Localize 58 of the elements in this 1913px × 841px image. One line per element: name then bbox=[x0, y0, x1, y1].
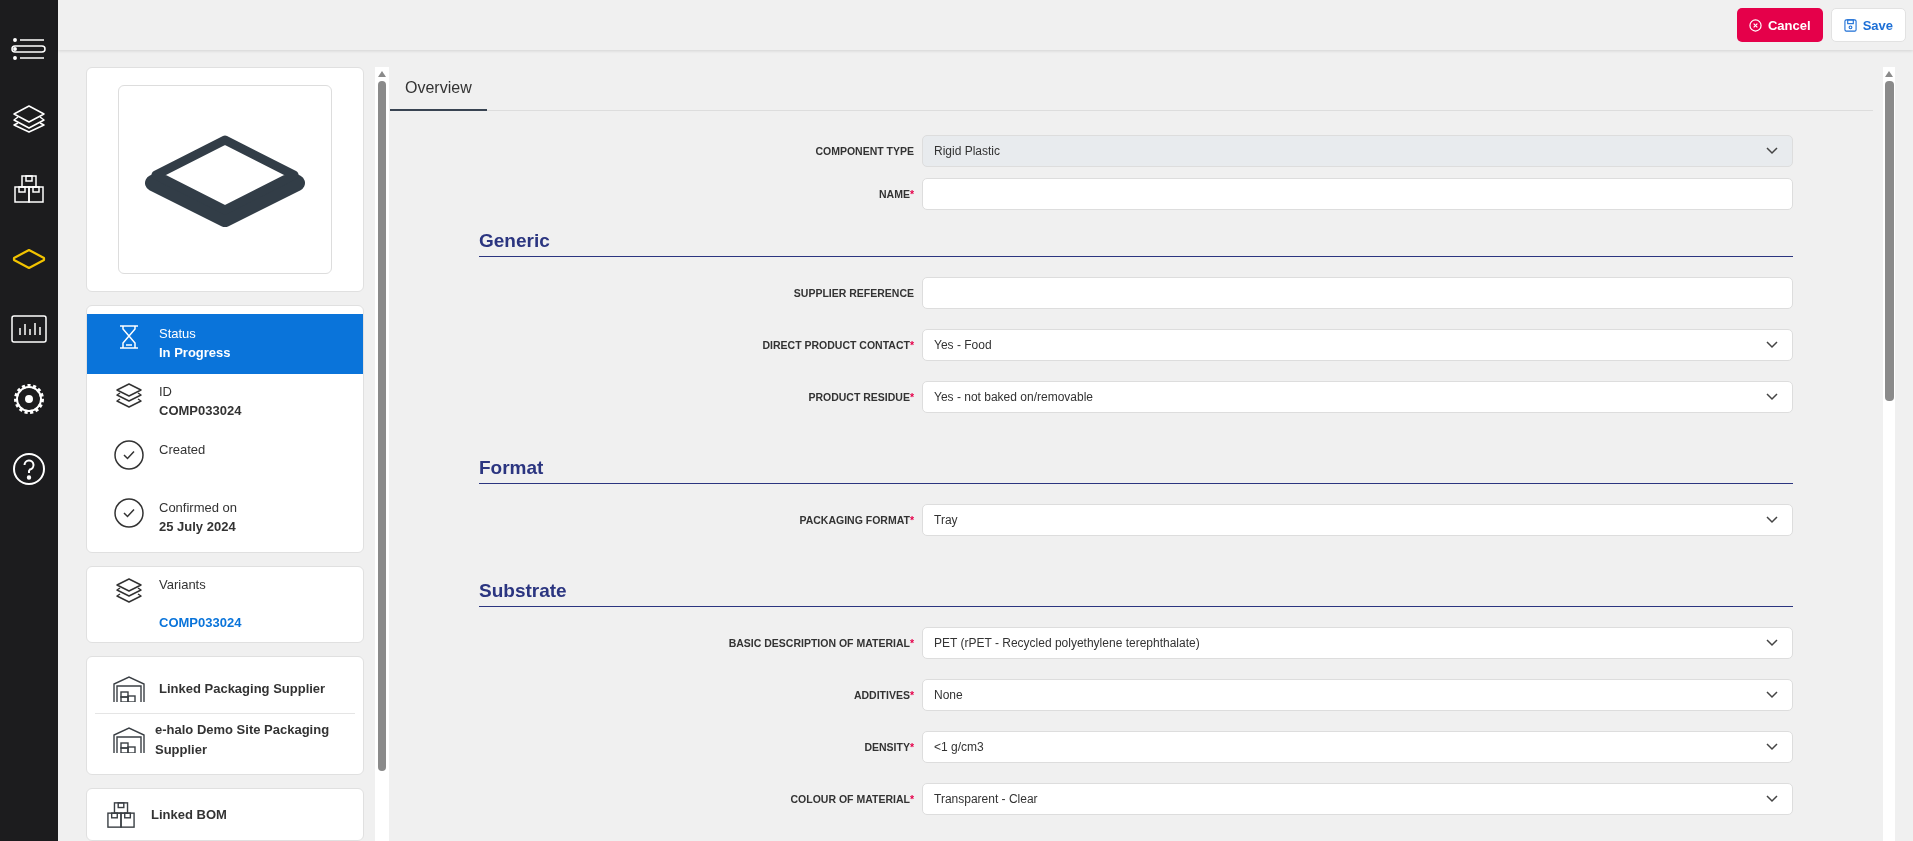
chevron-down-icon bbox=[1766, 743, 1778, 751]
cancel-button[interactable]: Cancel bbox=[1737, 8, 1823, 42]
bom-link[interactable]: Linked BOM bbox=[151, 804, 227, 825]
status-label: Status bbox=[159, 326, 197, 342]
select-field[interactable]: None bbox=[922, 679, 1793, 711]
variants-label: Variants bbox=[159, 577, 207, 595]
field-label: SUPPLIER REFERENCE bbox=[792, 287, 914, 299]
section-heading: Generic bbox=[479, 230, 1793, 257]
status-value: 25 July 2024 bbox=[159, 519, 237, 535]
field-label: ADDITIVES* bbox=[852, 689, 914, 701]
save-icon bbox=[1843, 18, 1857, 32]
field-label: COLOUR OF MATERIAL* bbox=[789, 793, 914, 805]
status-label: ID bbox=[159, 384, 173, 400]
tab[interactable]: Overview bbox=[390, 67, 487, 111]
field-label: PRODUCT RESIDUE* bbox=[807, 391, 914, 403]
select-field[interactable]: Transparent - Clear bbox=[922, 783, 1793, 815]
scrollbar[interactable] bbox=[1883, 67, 1895, 841]
input-field[interactable] bbox=[922, 178, 1793, 210]
select-field[interactable]: PET (rPET - Recycled polyethylene terephthalate) bbox=[922, 627, 1793, 659]
select-field[interactable]: <1 g/cm3 bbox=[922, 731, 1793, 763]
chevron-down-icon bbox=[1766, 639, 1778, 647]
select-field[interactable]: Tray bbox=[922, 504, 1793, 536]
select-field[interactable]: Yes - Food bbox=[922, 329, 1793, 361]
input-field[interactable] bbox=[922, 277, 1793, 309]
save-button[interactable]: Save bbox=[1830, 8, 1906, 42]
scroll-up-icon[interactable] bbox=[1885, 71, 1893, 77]
field-label: PACKAGING FORMAT* bbox=[798, 514, 914, 526]
field-label: COMPONENT TYPE bbox=[814, 145, 914, 157]
supplier-name[interactable]: Linked Packaging Supplier bbox=[159, 679, 326, 700]
check-icon bbox=[113, 440, 145, 471]
status-value: COMP033024 bbox=[159, 403, 242, 419]
chevron-down-icon bbox=[1766, 341, 1778, 349]
check-icon bbox=[113, 498, 145, 529]
status-value: In Progress bbox=[159, 345, 231, 361]
field-label: DIRECT PRODUCT CONTACT* bbox=[761, 339, 914, 351]
field-label: NAME* bbox=[878, 188, 914, 200]
warehouse-icon bbox=[113, 727, 145, 754]
select-field[interactable]: Yes - not baked on/removable bbox=[922, 381, 1793, 413]
chart-icon[interactable] bbox=[9, 314, 49, 344]
chevron-down-icon bbox=[1766, 691, 1778, 699]
scrollbar[interactable] bbox=[375, 67, 389, 841]
section-heading: Substrate bbox=[479, 580, 1793, 607]
chevron-down-icon bbox=[1766, 516, 1778, 524]
status-label: Created bbox=[159, 442, 206, 458]
supplier-name[interactable]: e-halo Demo Site Packaging Supplier bbox=[155, 720, 347, 761]
close-icon bbox=[1749, 18, 1762, 32]
section-heading: Format bbox=[479, 457, 1793, 484]
layers-icon bbox=[113, 382, 145, 411]
chevron-down-icon bbox=[1766, 393, 1778, 401]
field-label: DENSITY* bbox=[863, 741, 914, 753]
boxes-icon bbox=[105, 800, 137, 829]
field-label: BASIC DESCRIPTION OF MATERIAL* bbox=[727, 637, 914, 649]
variant-link[interactable]: COMP033024 bbox=[159, 615, 337, 631]
warehouse-icon bbox=[113, 676, 145, 703]
status-label: Confirmed on bbox=[159, 500, 238, 516]
scroll-up-icon[interactable] bbox=[378, 71, 386, 77]
chevron-down-icon bbox=[1766, 147, 1778, 155]
chevron-down-icon bbox=[1766, 795, 1778, 803]
